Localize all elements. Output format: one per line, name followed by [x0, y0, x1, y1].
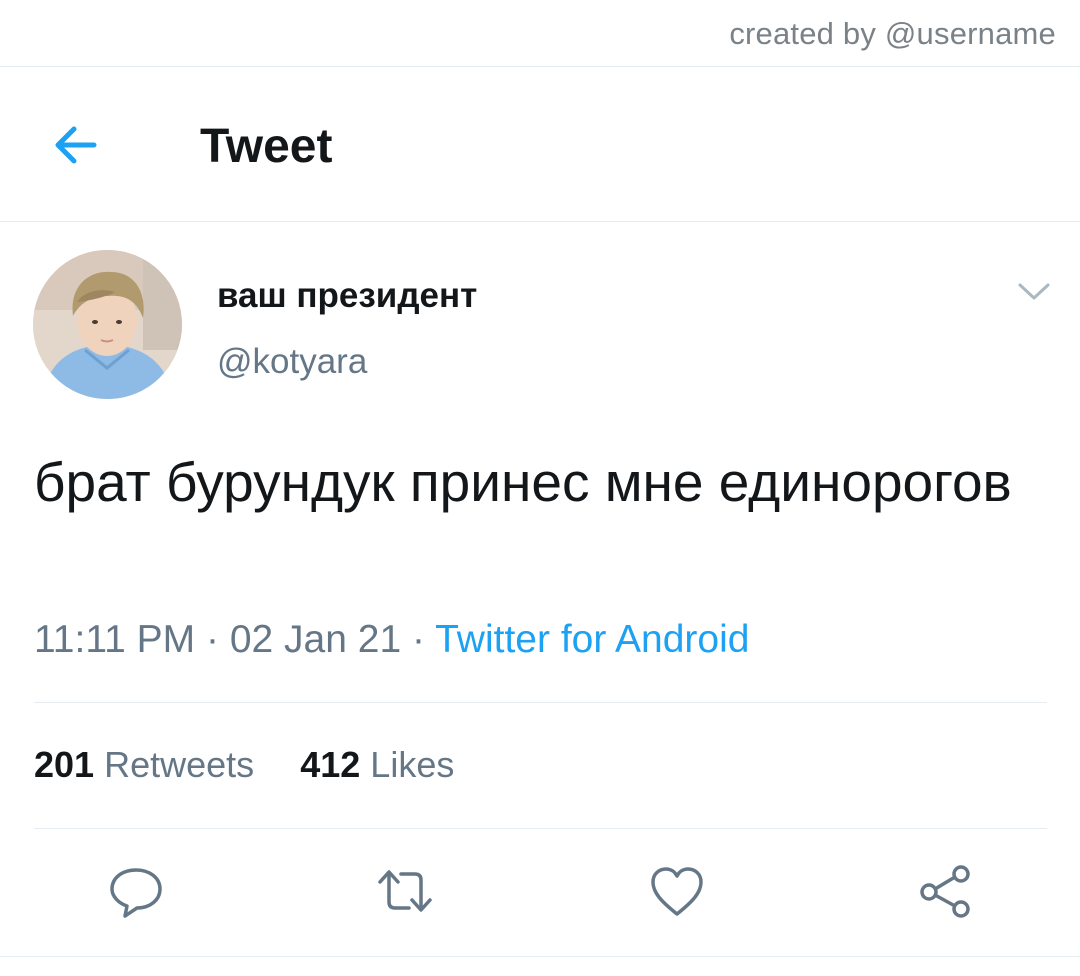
likes-stat[interactable]: 412 Likes: [300, 744, 454, 786]
retweet-button[interactable]: [376, 862, 434, 920]
retweets-label: Retweets: [104, 744, 255, 785]
tweet-source-link[interactable]: Twitter for Android: [435, 618, 749, 661]
chevron-down-icon: [1018, 283, 1050, 300]
likes-count: 412: [300, 744, 361, 785]
credit-text: created by @username: [729, 16, 1056, 51]
divider: [34, 828, 1047, 829]
action-bar: [0, 862, 1080, 922]
tweet-menu-button[interactable]: [1014, 278, 1054, 304]
avatar[interactable]: [33, 250, 182, 399]
arrow-left-icon: [55, 126, 97, 164]
tweet-stats: 201 Retweets 412 Likes: [34, 744, 454, 786]
reply-icon: [110, 868, 162, 918]
tweet-meta: 11:11 PM · 02 Jan 21 · Twitter for Andro…: [34, 618, 749, 662]
credit-bar: created by @username: [0, 0, 1080, 67]
display-name[interactable]: ваш президент: [217, 276, 477, 316]
like-button[interactable]: [648, 862, 706, 920]
reply-button[interactable]: [107, 862, 165, 920]
top-header: Tweet: [0, 67, 1080, 222]
retweets-count: 201: [34, 744, 95, 785]
bottom-divider: [0, 956, 1080, 957]
retweets-stat[interactable]: 201 Retweets: [34, 744, 254, 786]
back-button[interactable]: [46, 117, 106, 173]
user-handle[interactable]: @kotyara: [217, 342, 367, 382]
avatar-photo: [33, 250, 182, 399]
page-title: Tweet: [200, 120, 333, 173]
meta-separator: ·: [206, 618, 219, 661]
tweet-text: брат бурундук принес мне единорогов: [34, 451, 1012, 513]
meta-separator: ·: [412, 618, 425, 661]
retweet-icon: [378, 870, 432, 912]
tweet-time: 11:11 PM: [34, 618, 196, 661]
divider: [34, 702, 1047, 703]
likes-label: Likes: [370, 744, 455, 785]
tweet-date: 02 Jan 21: [229, 618, 402, 661]
share-icon: [920, 865, 970, 918]
share-button[interactable]: [917, 862, 975, 920]
like-icon: [651, 867, 703, 916]
